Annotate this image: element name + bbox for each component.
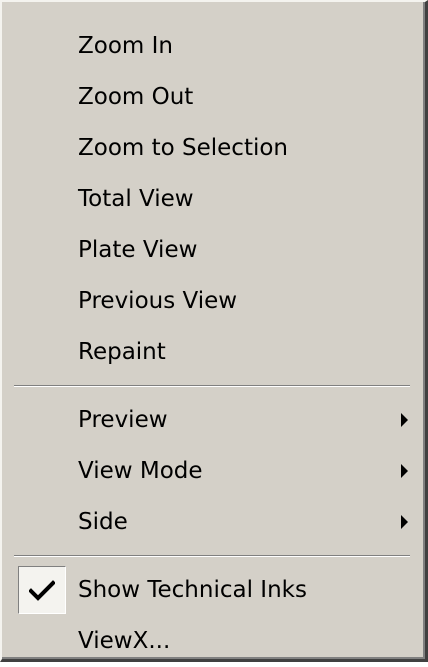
menu-item-view-mode[interactable]: View Mode xyxy=(2,446,425,497)
submenu-arrow-icon xyxy=(401,464,408,478)
menu-item-label: Zoom to Selection xyxy=(78,135,289,161)
menu-item-preview[interactable]: Preview xyxy=(2,395,425,446)
menu-item-plate-view[interactable]: Plate View xyxy=(2,225,425,276)
menu-item-label: Side xyxy=(78,509,128,535)
menu-item-label: View Mode xyxy=(78,458,203,484)
menu-separator xyxy=(2,378,425,395)
menu-item-label: Previous View xyxy=(78,288,238,314)
menu-item-label: Total View xyxy=(78,186,194,212)
menu-item-previous-view[interactable]: Previous View xyxy=(2,276,425,327)
menu-item-label: Zoom Out xyxy=(78,84,194,110)
menu-item-label: Show Technical Inks xyxy=(78,577,307,603)
checkmark-icon xyxy=(29,580,55,601)
menu-item-label: ViewX... xyxy=(78,628,171,654)
menu-item-zoom-in[interactable]: Zoom In xyxy=(2,21,425,72)
menu-item-total-view[interactable]: Total View xyxy=(2,174,425,225)
context-menu: Zoom In Zoom Out Zoom to Selection Total… xyxy=(0,0,428,662)
menu-separator xyxy=(2,548,425,565)
menu-item-repaint[interactable]: Repaint xyxy=(2,327,425,378)
menu-item-label: Repaint xyxy=(78,339,166,365)
checkmark-box xyxy=(18,566,66,614)
menu-item-side[interactable]: Side xyxy=(2,497,425,548)
menu-item-zoom-to-selection[interactable]: Zoom to Selection xyxy=(2,123,425,174)
menu-item-zoom-out[interactable]: Zoom Out xyxy=(2,72,425,123)
menu-item-label: Zoom In xyxy=(78,33,173,59)
menu-item-viewx[interactable]: ViewX... xyxy=(2,616,425,667)
submenu-arrow-icon xyxy=(401,413,408,427)
menu-item-label: Preview xyxy=(78,407,168,433)
submenu-arrow-icon xyxy=(401,515,408,529)
menu-item-label: Plate View xyxy=(78,237,198,263)
menu-item-show-technical-inks[interactable]: Show Technical Inks xyxy=(2,565,425,616)
